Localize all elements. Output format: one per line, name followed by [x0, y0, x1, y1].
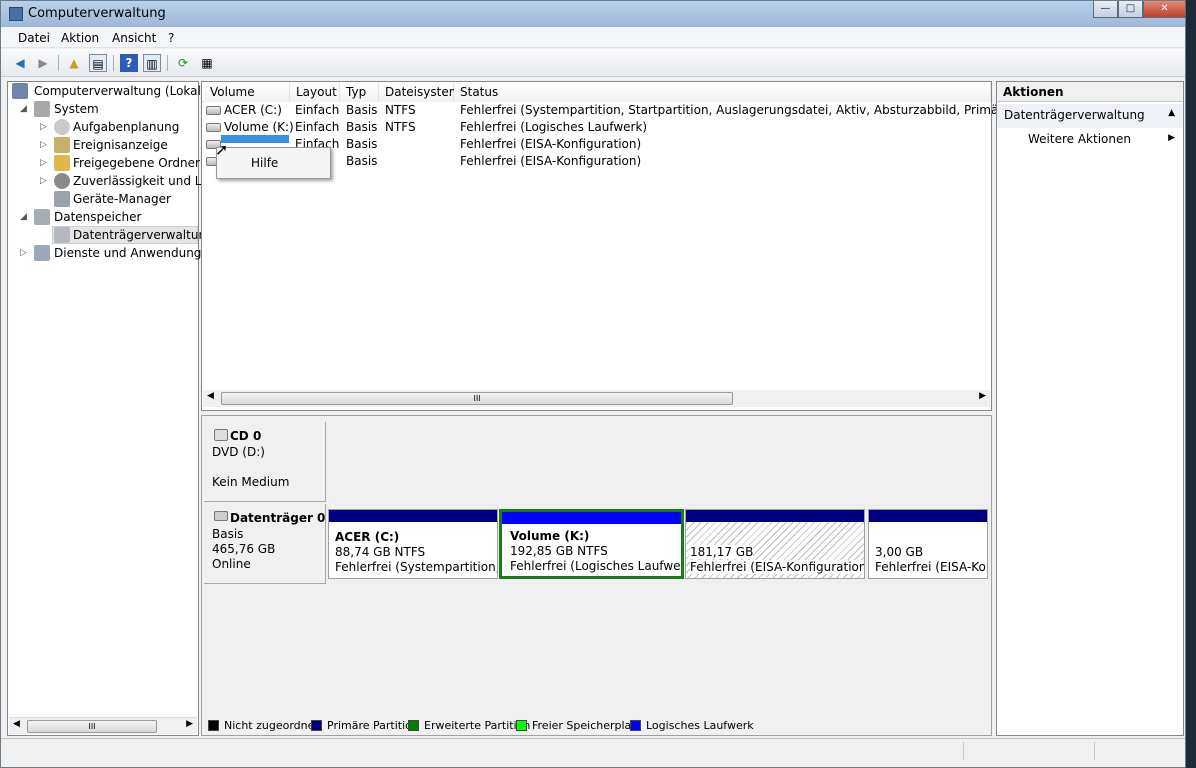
legend-logical: Logisches Laufwerk	[630, 719, 754, 732]
column-typ[interactable]: Typ	[340, 83, 379, 102]
context-menu-hilfe[interactable]: Hilfe	[251, 156, 278, 170]
tree-horizontal-scrollbar[interactable]: ◀ III ▶	[9, 717, 197, 734]
show-tree-icon[interactable]: ▤	[89, 54, 107, 72]
partition-volume-k[interactable]: Volume (K:) 192,85 GB NTFS Fehlerfrei (L…	[499, 509, 684, 579]
actions-title: Aktionen	[997, 82, 1183, 102]
volume-list: Volume Layout Typ Dateisystem Status ACE…	[201, 81, 1069, 411]
legend-unallocated: Nicht zugeordnet	[208, 719, 319, 732]
legend-extended: Erweiterte Partition	[408, 719, 530, 732]
actions-pane: Aktionen Datenträgerverwaltung ▲ Weitere…	[996, 81, 1184, 736]
column-layout[interactable]: Layout	[290, 83, 340, 102]
row-selection-highlight	[221, 135, 289, 143]
expand-arrow-icon[interactable]: ▷	[40, 172, 47, 190]
hard-disk-icon	[214, 511, 228, 521]
title-bar[interactable]: Computerverwaltung — □ ✕	[1, 1, 1186, 27]
back-arrow-icon[interactable]: ◀	[11, 54, 29, 72]
refresh-icon[interactable]: ⟳	[174, 54, 192, 72]
drive-icon	[206, 106, 221, 115]
partition-acer-c[interactable]: ACER (C:) 88,74 GB NTFS Fehlerfrei (Syst…	[328, 509, 498, 579]
menu-ansicht[interactable]: Ansicht	[112, 31, 156, 45]
toolbar: ◀ ▶ ▲ ▤ ? ▥ ⟳ ▦	[1, 49, 1185, 77]
computer-icon	[12, 83, 28, 99]
column-status[interactable]: Status	[454, 83, 991, 102]
legend-free-space: Freier Speicherplatz	[516, 719, 641, 732]
list-row[interactable]: ACER (C:) Einfach Basis NTFS Fehlerfrei …	[202, 102, 1069, 119]
column-dateisystem[interactable]: Dateisystem	[379, 83, 460, 102]
list-scroll-thumb[interactable]: III	[221, 392, 733, 405]
menu-aktion[interactable]: Aktion	[61, 31, 99, 45]
forward-arrow-icon[interactable]: ▶	[34, 54, 52, 72]
submenu-arrow-icon[interactable]: ▶	[1168, 133, 1175, 143]
maximize-button[interactable]: □	[1118, 1, 1143, 18]
collapse-up-icon[interactable]: ▲	[1168, 108, 1175, 118]
menu-help[interactable]: ?	[168, 31, 174, 45]
expand-arrow-icon[interactable]: ▷	[40, 154, 47, 172]
action-pane-icon[interactable]: ▥	[143, 54, 161, 72]
column-volume[interactable]: Volume	[204, 83, 290, 102]
list-row[interactable]: Volume (K:) Einfach Basis NTFS Fehlerfre…	[202, 119, 992, 136]
context-menu: Hilfe	[216, 147, 331, 179]
list-header: Volume Layout Typ Dateisystem Status	[202, 82, 991, 102]
menu-bar: Datei Aktion Ansicht ?	[1, 28, 1185, 48]
computer-management-window: Computerverwaltung — □ ✕ Datei Aktion An…	[0, 0, 1186, 768]
expand-arrow-icon[interactable]: ▷	[40, 136, 47, 154]
clock-icon	[54, 119, 70, 135]
shared-folder-icon	[54, 155, 70, 171]
expand-arrow-icon[interactable]: ▷	[20, 244, 27, 262]
device-manager-icon	[54, 191, 70, 207]
drive-icon	[206, 123, 221, 132]
services-icon	[34, 245, 50, 261]
cd-label[interactable]: CD 0 DVD (D:) Kein Medium	[204, 422, 326, 502]
tree-scroll-thumb[interactable]: III	[27, 720, 157, 733]
disk0-label[interactable]: Datenträger 0 Basis 465,76 GB Online	[204, 504, 326, 584]
properties-icon[interactable]: ▦	[198, 54, 216, 72]
minimize-button[interactable]: —	[1093, 1, 1118, 18]
window-title: Computerverwaltung	[28, 6, 166, 21]
collapse-arrow-icon[interactable]: ◢	[20, 100, 27, 118]
reliability-icon	[54, 173, 70, 189]
disk-management-icon	[54, 227, 70, 243]
list-horizontal-scrollbar[interactable]: ◀ III ▶	[203, 390, 990, 407]
cd-drive-icon	[214, 429, 228, 441]
close-button[interactable]: ✕	[1143, 1, 1186, 18]
menu-datei[interactable]: Datei	[18, 31, 50, 45]
tools-icon	[34, 101, 50, 117]
action-weitere-aktionen[interactable]: Weitere Aktionen	[1028, 132, 1131, 146]
event-viewer-icon	[54, 137, 70, 153]
status-bar	[1, 738, 1185, 763]
actions-group-diskmgmt[interactable]: Datenträgerverwaltung ▲	[997, 104, 1183, 128]
help-icon[interactable]: ?	[120, 54, 138, 72]
scroll-left-icon[interactable]: ◀	[207, 391, 214, 401]
up-folder-icon[interactable]: ▲	[65, 54, 83, 72]
cd-empty-area	[327, 422, 990, 502]
legend: Nicht zugeordnet Primäre Partition Erwei…	[201, 714, 992, 734]
scroll-right-icon[interactable]: ▶	[186, 719, 193, 729]
scroll-right-icon[interactable]: ▶	[979, 391, 986, 401]
disk-graphical-view: CD 0 DVD (D:) Kein Medium Datenträger 0 …	[201, 415, 992, 736]
storage-icon	[34, 209, 50, 225]
legend-primary: Primäre Partition	[311, 719, 419, 732]
collapse-arrow-icon[interactable]: ◢	[20, 208, 27, 226]
navigation-tree: Computerverwaltung (Lokal) ◢ System ▷ Au…	[7, 81, 218, 736]
computer-management-icon	[9, 7, 23, 21]
expand-arrow-icon[interactable]: ▷	[40, 118, 47, 136]
scroll-left-icon[interactable]: ◀	[13, 719, 20, 729]
mouse-cursor-icon: ➚	[215, 140, 229, 159]
partition-eisa-1[interactable]: 181,17 GB Fehlerfrei (EISA-Konfiguration…	[685, 509, 865, 579]
partition-eisa-2[interactable]: 3,00 GB Fehlerfrei (EISA-Kon	[868, 509, 988, 579]
